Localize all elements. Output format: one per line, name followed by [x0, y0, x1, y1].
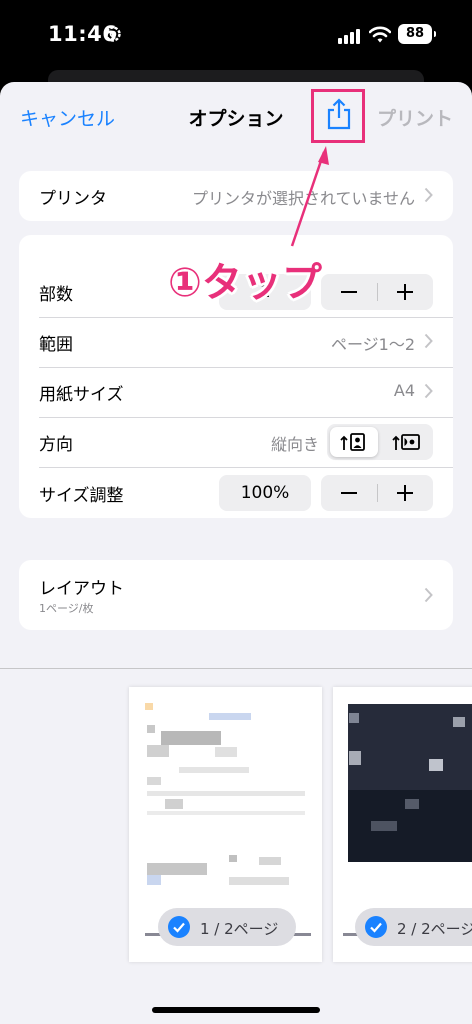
divider [0, 668, 472, 669]
orientation-row: 方向 縦向き [19, 417, 453, 467]
range-label: 範囲 [39, 335, 73, 355]
scaling-label: サイズ調整 [39, 486, 124, 506]
print-options-sheet: キャンセル オプション プリント プリンタ プリンタが選択されていません 部数 … [0, 82, 472, 1024]
scaling-stepper[interactable] [321, 475, 433, 511]
page-1-label: 1 / 2ページ [200, 920, 279, 938]
copies-label: 部数 [39, 285, 73, 305]
scaling-field[interactable]: 100% [219, 475, 311, 511]
print-button[interactable]: プリント [377, 104, 453, 131]
chevron-right-icon [424, 333, 433, 349]
status-bar: 11:46 88 [0, 0, 472, 70]
printer-label: プリンタ [39, 189, 107, 209]
chevron-right-icon [424, 383, 433, 399]
checkmark-icon[interactable] [365, 916, 387, 938]
printer-row[interactable]: プリンタ プリンタが選択されていません [19, 171, 453, 221]
landscape-orientation-icon[interactable] [392, 432, 422, 452]
settings-gear-icon [105, 26, 121, 42]
layout-card[interactable]: レイアウト 1ページ/枚 [19, 560, 453, 630]
layout-sub: 1ページ/枚 [39, 602, 94, 615]
paper-size-row[interactable]: 用紙サイズ A4 [19, 367, 453, 417]
range-value: ページ1〜2 [330, 335, 415, 354]
minus-icon[interactable] [341, 291, 357, 293]
chevron-right-icon [424, 187, 433, 203]
paper-size-label: 用紙サイズ [39, 385, 124, 405]
cellular-signal-icon [338, 28, 362, 44]
portrait-orientation-icon[interactable] [340, 432, 368, 452]
scaling-row: サイズ調整 100% [19, 468, 453, 518]
chevron-right-icon [424, 587, 433, 603]
paper-size-value: A4 [393, 381, 415, 400]
layout-label: レイアウト [39, 579, 124, 599]
printer-value: プリンタが選択されていません [191, 189, 415, 208]
page-2-selection-pill[interactable]: 2 / 2ページ [355, 908, 472, 946]
battery-icon: 88 [398, 24, 436, 44]
range-row[interactable]: 範囲 ページ1〜2 [19, 317, 453, 367]
orientation-label: 方向 [39, 435, 73, 455]
orientation-segmented-control[interactable] [327, 424, 433, 460]
copies-stepper[interactable] [321, 274, 433, 310]
page-2-label: 2 / 2ページ [397, 920, 472, 938]
minus-icon[interactable] [341, 492, 357, 494]
wifi-icon [369, 26, 391, 43]
annotation-label: ①タップ [168, 260, 322, 306]
home-indicator[interactable] [152, 1007, 320, 1013]
orientation-value: 縦向き [270, 435, 319, 454]
checkmark-icon[interactable] [168, 916, 190, 938]
navigation-bar: キャンセル オプション プリント [0, 82, 472, 152]
share-icon[interactable] [326, 98, 352, 130]
page-1-selection-pill[interactable]: 1 / 2ページ [158, 908, 296, 946]
printer-card: プリンタ プリンタが選択されていません [19, 171, 453, 221]
